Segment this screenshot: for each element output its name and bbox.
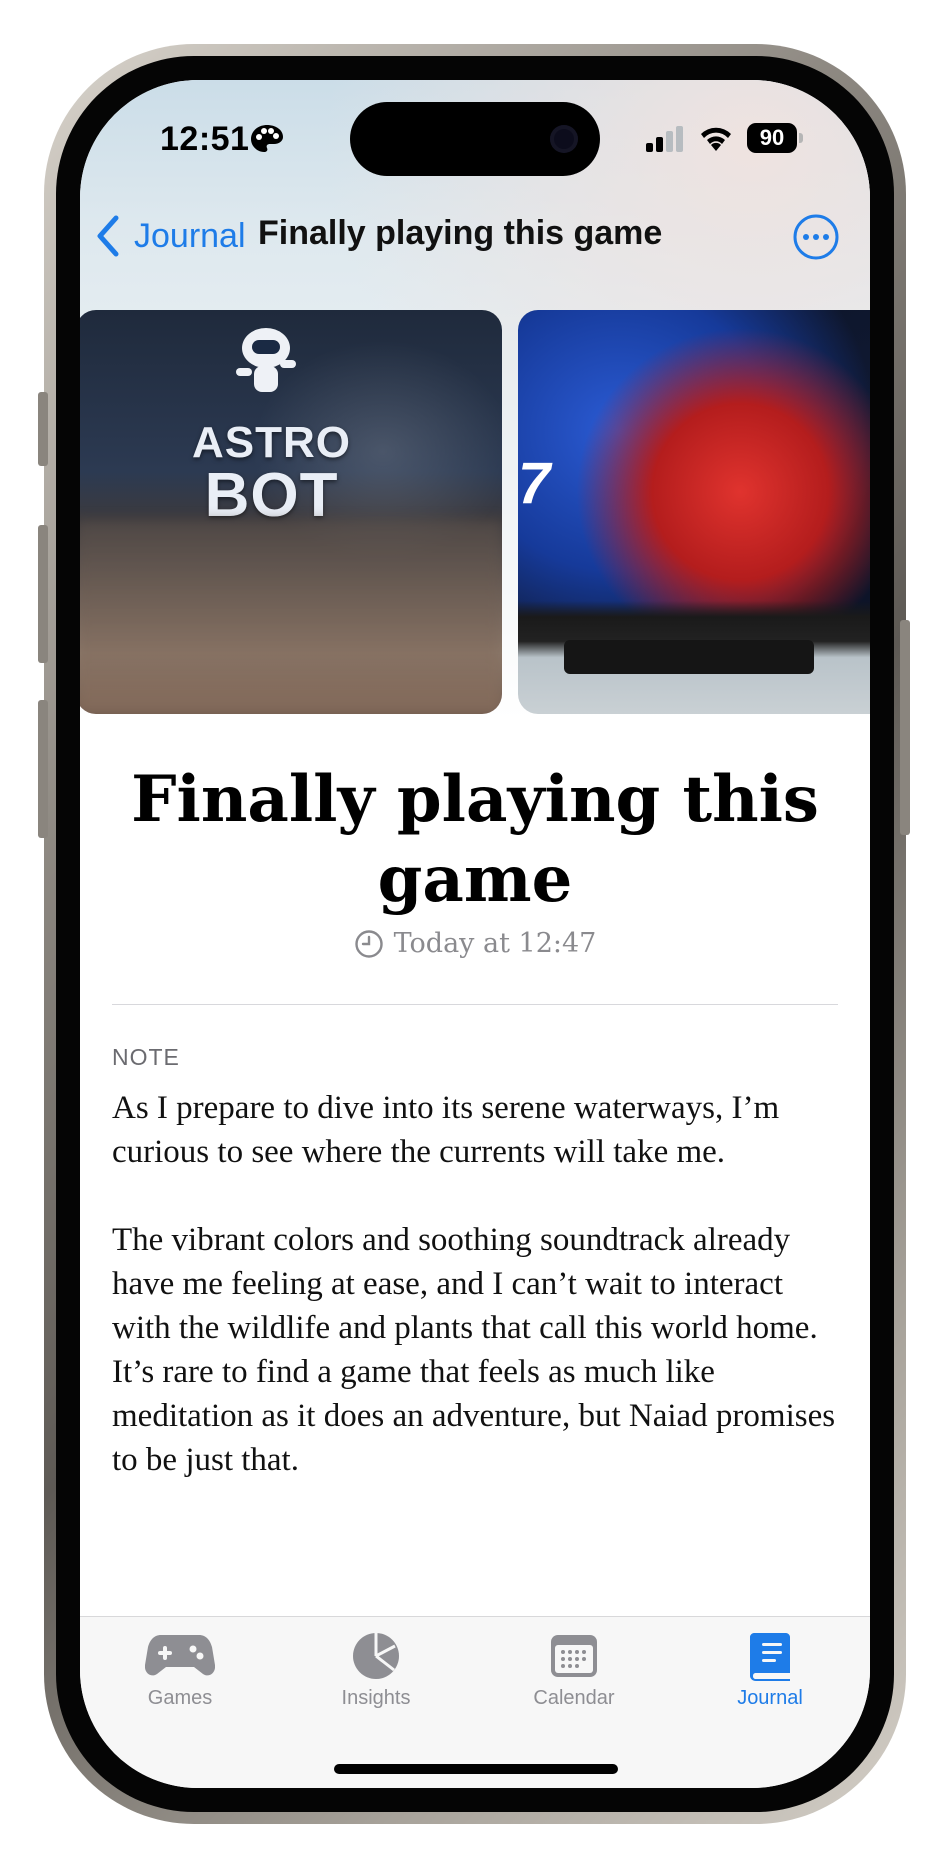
tab-games[interactable]: Games: [100, 1631, 260, 1731]
tab-label: Games: [147, 1687, 213, 1709]
tab-journal[interactable]: Journal: [690, 1631, 850, 1731]
astro-logo-top: ASTRO: [192, 418, 351, 467]
back-button[interactable]: Journal: [94, 208, 246, 264]
volume-up-button: [38, 525, 48, 663]
soundbar: [564, 640, 814, 674]
astro-logo-bottom: BOT: [204, 461, 339, 530]
power-button: [900, 620, 910, 835]
clock-icon: [354, 929, 383, 958]
ellipsis-circle-icon[interactable]: [792, 213, 840, 261]
tab-label: Insights: [341, 1687, 411, 1709]
wifi-icon: [701, 127, 731, 151]
photo-racing-game[interactable]: 7: [518, 310, 870, 714]
home-indicator[interactable]: [334, 1764, 618, 1774]
shelf-blur: [80, 520, 502, 714]
palette-icon: [251, 125, 283, 152]
gamecontroller-icon: [145, 1635, 215, 1676]
note-body[interactable]: As I prepare to dive into its serene wat…: [112, 1086, 838, 1526]
robot-figure-icon: [236, 328, 296, 392]
astro-bot-logo: ASTRO BOT: [192, 418, 351, 530]
camera-icon: [550, 125, 578, 153]
pie-chart-icon: [353, 1633, 399, 1679]
divider: [112, 1004, 838, 1005]
screen: 12:51 90 Journal Finally playing this ga…: [80, 80, 870, 1788]
tab-label: Calendar: [533, 1687, 615, 1709]
calendar-icon: [551, 1635, 597, 1677]
note-paragraph: As I prepare to dive into its serene wat…: [112, 1090, 780, 1170]
nav-title: Finally playing this game: [258, 214, 663, 252]
battery-level: 90: [747, 123, 797, 153]
note-heading: NOTE: [112, 1044, 180, 1070]
tab-bar: Games Insights Calendar Journal: [80, 1616, 870, 1788]
entry-date: Today at 12:47: [80, 928, 870, 959]
note-paragraph: The vibrant colors and soothing soundtra…: [112, 1222, 836, 1478]
chevron-left-icon: [97, 215, 119, 257]
tab-insights[interactable]: Insights: [296, 1631, 456, 1731]
battery-icon: 90: [747, 123, 803, 153]
tab-label: Journal: [737, 1687, 803, 1709]
cellular-signal-icon: [646, 126, 683, 152]
game-logo-number: 7: [518, 451, 551, 516]
photo-astro-bot[interactable]: ASTRO BOT: [80, 310, 502, 714]
back-label: Journal: [134, 216, 246, 255]
book-icon: [750, 1633, 790, 1681]
tab-calendar[interactable]: Calendar: [494, 1631, 654, 1731]
volume-down-button: [38, 700, 48, 838]
battery-cap: [799, 133, 803, 143]
date-label: Today at 12:47: [393, 928, 597, 959]
entry-title: Finally playing this game: [131, 762, 819, 917]
status-time: 12:51: [160, 120, 250, 158]
action-button: [38, 392, 48, 466]
dynamic-island: [350, 102, 600, 176]
